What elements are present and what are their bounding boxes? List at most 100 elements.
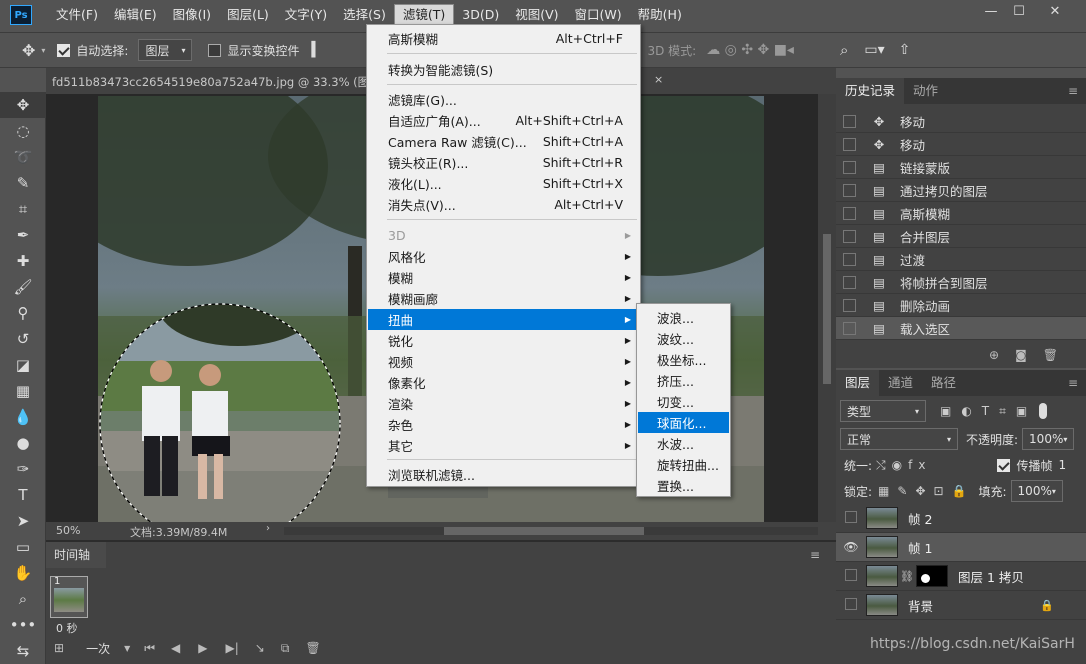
menu-item-convert-smart-filter[interactable]: 转换为智能滤镜(S) xyxy=(368,59,639,80)
history-item[interactable]: ▤ 载入选区 xyxy=(836,317,1086,340)
eye-icon[interactable]: 👁 xyxy=(836,540,866,554)
menu-item-browse-online[interactable]: 浏览联机滤镜... xyxy=(368,464,639,485)
blend-mode-select[interactable]: 正常 ▾ xyxy=(840,428,958,450)
menu-item-other[interactable]: 其它 ▶ xyxy=(368,435,639,456)
menu-item-gaussian-blur[interactable]: 高斯模糊 Alt+Ctrl+F xyxy=(368,28,639,49)
layer-filter-select[interactable]: 类型 ▾ xyxy=(840,400,926,422)
brush-tool-icon[interactable]: 🖌 xyxy=(0,274,46,300)
more-tools-icon[interactable]: ••• xyxy=(0,612,46,638)
prev-frame-icon[interactable]: ◀ xyxy=(171,641,180,655)
snapshot-checkbox[interactable] xyxy=(843,275,856,289)
first-frame-icon[interactable]: ⏮ xyxy=(144,641,155,656)
visibility-toggle[interactable] xyxy=(836,568,866,584)
duplicate-frame-icon[interactable]: ⧉ xyxy=(281,641,290,656)
lasso-tool-icon[interactable]: ➰ xyxy=(0,144,46,170)
submenu-item-displace[interactable]: 置换... xyxy=(638,475,729,496)
lock-icons[interactable]: ▦✎✥⊡🔒 xyxy=(878,484,974,498)
layer-name[interactable]: 图层 1 拷贝 xyxy=(958,567,1024,586)
tab-paths[interactable]: 路径 xyxy=(922,370,965,396)
panel-menu-icon[interactable]: ≡ xyxy=(810,548,820,562)
menu-item-render[interactable]: 渲染 ▶ xyxy=(368,393,639,414)
panel-menu-icon[interactable]: ≡ xyxy=(1068,78,1078,104)
snapshot-checkbox[interactable] xyxy=(843,160,856,174)
menu-item-sharpen[interactable]: 锐化 ▶ xyxy=(368,330,639,351)
snapshot-checkbox[interactable] xyxy=(843,206,856,220)
status-arrow-icon[interactable]: › xyxy=(266,523,270,534)
menu-item-vanishing-point[interactable]: 消失点(V)... Alt+Ctrl+V xyxy=(368,194,639,215)
menu-layer[interactable]: 图层(L) xyxy=(219,0,277,30)
menu-item-distort[interactable]: 扭曲 ▶ xyxy=(368,309,639,330)
delete-frame-icon[interactable]: 🗑 xyxy=(305,641,320,655)
document-tab[interactable]: fd511b83473cc2654519e80a752a47b.jpg @ 33… xyxy=(52,70,381,94)
layer-row[interactable]: 👁 帧 1 xyxy=(836,533,1086,562)
convert-timeline-icon[interactable]: ⊞ xyxy=(54,641,64,655)
layer-row[interactable]: 背景 🔒 xyxy=(836,591,1086,620)
history-item[interactable]: ✥ 移动 xyxy=(836,110,1086,133)
minimize-icon[interactable]: — xyxy=(976,0,1006,22)
menu-filter[interactable]: 滤镜(T) xyxy=(393,4,455,26)
close-icon[interactable]: ✕ xyxy=(1040,0,1070,22)
menu-item-liquify[interactable]: 液化(L)... Shift+Ctrl+X xyxy=(368,173,639,194)
visibility-toggle[interactable] xyxy=(836,597,866,613)
menu-item-lens-correction[interactable]: 镜头校正(R)... Shift+Ctrl+R xyxy=(368,152,639,173)
swap-colors-icon[interactable]: ⇆ xyxy=(0,638,46,664)
layer-name[interactable]: 帧 2 xyxy=(908,509,932,528)
menu-edit[interactable]: 编辑(E) xyxy=(106,0,165,30)
hand-tool-icon[interactable]: ✋ xyxy=(0,560,46,586)
align-icon[interactable]: ▍ xyxy=(311,42,322,58)
tab-history[interactable]: 历史记录 xyxy=(836,78,905,104)
submenu-item-pinch[interactable]: 挤压... xyxy=(638,370,729,391)
link-icon[interactable]: ⛓ xyxy=(900,570,914,583)
quick-select-tool-icon[interactable]: ✎ xyxy=(0,170,46,196)
submenu-item-ripple[interactable]: 波纹... xyxy=(638,328,729,349)
blur-tool-icon[interactable]: 💧 xyxy=(0,404,46,430)
chevron-down-icon[interactable]: ▼ xyxy=(124,644,130,653)
hscroll-thumb[interactable] xyxy=(444,527,644,535)
snapshot-checkbox[interactable] xyxy=(843,252,856,266)
submenu-item-wave[interactable]: 波浪... xyxy=(638,307,729,328)
snapshot-checkbox[interactable] xyxy=(843,137,856,151)
tween-icon[interactable]: ↘ xyxy=(255,641,265,655)
dodge-tool-icon[interactable]: ● xyxy=(0,430,46,456)
menu-item-adaptive-wide-angle[interactable]: 自适应广角(A)... Alt+Shift+Ctrl+A xyxy=(368,110,639,131)
move-tool-icon[interactable]: ✥ xyxy=(22,41,35,60)
menu-item-blur[interactable]: 模糊 ▶ xyxy=(368,267,639,288)
loop-select[interactable]: 一次 xyxy=(86,640,110,657)
history-item[interactable]: ▤ 合并图层 xyxy=(836,225,1086,248)
layer-row[interactable]: 帧 2 xyxy=(836,504,1086,533)
layer-row[interactable]: ⛓ 图层 1 拷贝 xyxy=(836,562,1086,591)
tab-actions[interactable]: 动作 xyxy=(904,78,947,104)
submenu-item-zigzag[interactable]: 水波... xyxy=(638,433,729,454)
camera-icon[interactable]: ◙ xyxy=(1015,348,1027,362)
zoom-level[interactable]: 50% xyxy=(56,524,80,537)
timeline-frame[interactable]: 1 xyxy=(50,576,88,618)
submenu-item-shear[interactable]: 切变... xyxy=(638,391,729,412)
visibility-toggle[interactable] xyxy=(836,510,866,526)
auto-select-checkbox[interactable] xyxy=(57,43,71,57)
next-frame-icon[interactable]: ▶| xyxy=(226,641,239,655)
filter-icons[interactable]: ▣◐T⌗▣ xyxy=(940,404,1037,419)
snapshot-checkbox[interactable] xyxy=(843,183,856,197)
layer-name[interactable]: 背景 xyxy=(908,596,933,615)
panel-menu-icon[interactable]: ≡ xyxy=(1068,370,1078,396)
timeline-tab[interactable]: 时间轴 xyxy=(46,542,106,568)
play-icon[interactable]: ▶ xyxy=(198,641,207,655)
search-icon[interactable]: ⌕ xyxy=(840,41,848,59)
history-brush-tool-icon[interactable]: ↺ xyxy=(0,326,46,352)
canvas-vertical-scrollbar[interactable] xyxy=(818,94,836,522)
submenu-item-twirl[interactable]: 旋转扭曲... xyxy=(638,454,729,475)
stamp-tool-icon[interactable]: ⚲ xyxy=(0,300,46,326)
tab-layers[interactable]: 图层 xyxy=(836,370,880,396)
share-icon[interactable]: ⇧ xyxy=(899,42,911,58)
new-document-icon[interactable]: ⊕ xyxy=(989,348,999,362)
snapshot-checkbox[interactable] xyxy=(843,229,856,243)
menu-item-pixelate[interactable]: 像素化 ▶ xyxy=(368,372,639,393)
healing-tool-icon[interactable]: ✚ xyxy=(0,248,46,274)
shape-tool-icon[interactable]: ▭ xyxy=(0,534,46,560)
eyedropper-tool-icon[interactable]: ✒ xyxy=(0,222,46,248)
move-tool-icon[interactable]: ✥ xyxy=(0,92,46,118)
trash-icon[interactable]: 🗑 xyxy=(1043,348,1058,362)
scroll-thumb[interactable] xyxy=(823,234,831,384)
history-item[interactable]: ▤ 将帧拼合到图层 xyxy=(836,271,1086,294)
crop-tool-icon[interactable]: ⌗ xyxy=(0,196,46,222)
